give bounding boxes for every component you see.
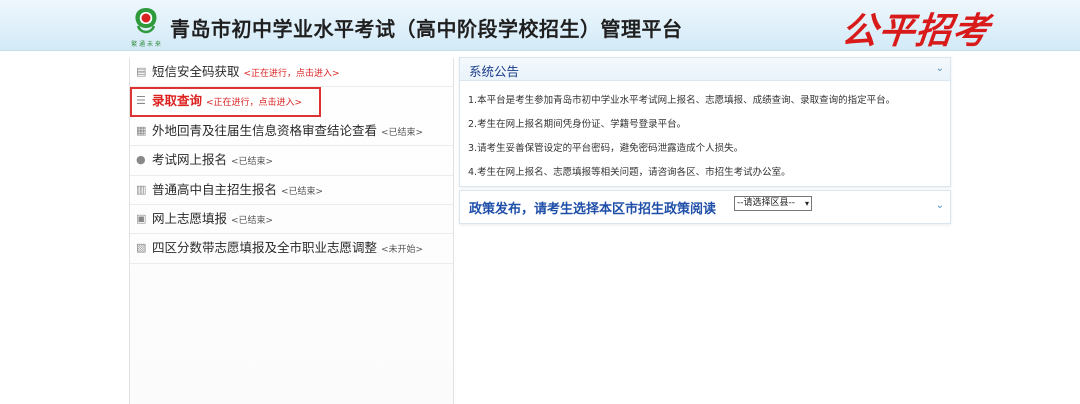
- menu-item-sms-code[interactable]: ▤ 短信安全码获取 <正在进行，点击进入>: [130, 58, 453, 88]
- notice-line: 4.考生在网上报名、志愿填报等相关问题，请咨询各区、市招生考试办公室。: [468, 167, 791, 178]
- image-icon: ▣: [136, 211, 147, 225]
- menu-item-online-registration[interactable]: ● 考试网上报名 <已结束>: [130, 146, 453, 176]
- menu-item-label: 短信安全码获取: [152, 64, 240, 79]
- status-text: <已结束>: [281, 186, 324, 197]
- notice-title: 系统公告: [469, 64, 520, 79]
- layers-icon: ▧: [136, 241, 147, 255]
- district-select[interactable]: --请选择区县-- ▾: [734, 196, 812, 211]
- logo-caption: 繁 通 未 来: [131, 41, 161, 48]
- menu-item-online-application[interactable]: ▣ 网上志愿填报 <已结束>: [130, 205, 453, 235]
- status-text: <已结束>: [231, 215, 274, 226]
- notice-panel-header[interactable]: 系统公告 ⌄: [460, 58, 950, 81]
- menu-item-label: 普通高中自主招生报名: [152, 181, 278, 197]
- status-text: <已结束>: [231, 157, 274, 168]
- menu-item-label: 网上志愿填报: [152, 210, 228, 226]
- policy-title: 政策发布，请考生选择本区市招生政策阅读: [469, 202, 717, 217]
- page-title: 青岛市初中学业水平考试（高中阶段学校招生）管理平台: [170, 17, 683, 41]
- user-icon: ●: [136, 153, 146, 167]
- status-text: <已结束>: [381, 127, 424, 138]
- menu-item-qualification-review[interactable]: ▦ 外地回青及往届生信息资格审查结论查看 <已结束>: [130, 117, 453, 147]
- menu-item-autonomous-enrollment[interactable]: ▥ 普通高中自主招生报名 <已结束>: [130, 176, 453, 205]
- menu-item-label: 四区分数带志愿填报及全市职业志愿调整: [152, 240, 378, 256]
- notice-panel: 系统公告 ⌄ 1.本平台是考生参加青岛市初中学业水平考试网上报名、志愿填报、成绩…: [459, 57, 951, 187]
- notice-line: 1.本平台是考生参加青岛市初中学业水平考试网上报名、志愿填报、成绩查询、录取查询…: [468, 95, 896, 106]
- logo-emblem-icon: [135, 8, 157, 34]
- status-text: <正在进行，点击进入>: [206, 98, 303, 109]
- notice-list: 1.本平台是考生参加青岛市初中学业水平考试网上报名、志愿填报、成绩查询、录取查询…: [460, 81, 950, 185]
- notice-line: 2.考生在网上报名期间凭身份证、学籍号登录平台。: [468, 119, 687, 130]
- chevron-down-icon: ▾: [804, 199, 809, 208]
- menu-item-label: 录取查询: [152, 93, 203, 109]
- menu-item-score-band-application[interactable]: ▧ 四区分数带志愿填报及全市职业志愿调整 <未开始>: [130, 234, 453, 264]
- message-icon: ▤: [136, 65, 147, 78]
- chevron-down-icon[interactable]: ⌄: [936, 200, 944, 211]
- database-icon: ▥: [136, 182, 147, 196]
- menu-item-admission-query[interactable]: ☰ 录取查询 <正在进行，点击进入>: [130, 87, 321, 117]
- document-icon: ▦: [136, 123, 147, 137]
- district-select-value: --请选择区县--: [737, 198, 795, 208]
- menu-item-label: 外地回青及往届生信息资格审查结论查看: [152, 122, 378, 138]
- status-text: <未开始>: [381, 245, 424, 256]
- search-icon: ☰: [136, 94, 146, 108]
- logo: 繁 通 未 来: [128, 4, 164, 50]
- policy-panel: 政策发布，请考生选择本区市招生政策阅读 --请选择区县-- ▾ ⌄: [459, 190, 951, 224]
- site-header: 繁 通 未 来 青岛市初中学业水平考试（高中阶段学校招生）管理平台 公平招考: [0, 0, 1080, 52]
- menu-item-label: 考试网上报名: [152, 152, 228, 168]
- notice-line: 3.请考生妥善保管设定的平台密码，避免密码泄露造成个人损失。: [468, 143, 744, 154]
- slogan: 公平招考: [839, 10, 992, 52]
- left-menu: ▤ 短信安全码获取 <正在进行，点击进入> ☰ 录取查询 <正在进行，点击进入> ▦…: [129, 58, 454, 404]
- status-text: <正在进行，点击进入>: [243, 69, 340, 79]
- chevron-down-icon[interactable]: ⌄: [936, 63, 944, 74]
